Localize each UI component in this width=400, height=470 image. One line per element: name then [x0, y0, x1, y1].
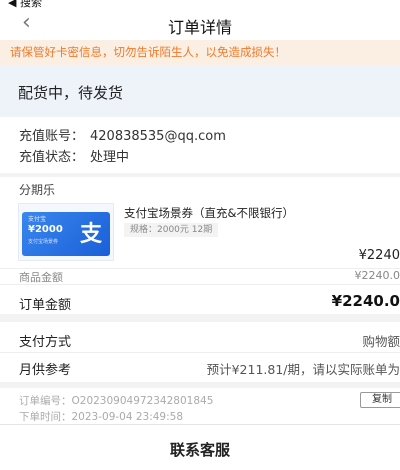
order-amount-label: 订单金额	[19, 298, 72, 313]
divider	[0, 352, 400, 353]
product-spec: 规格：2000元 12期	[124, 223, 219, 237]
recharge-status-label: 充值状态：	[19, 150, 85, 165]
monthly-payment-value: 预计¥211.81/期，请以实际账单为	[206, 362, 400, 377]
product-name[interactable]: 支付宝场景券（直充&不限银行）	[124, 205, 294, 221]
payment-method-value: 购物额	[362, 334, 400, 349]
status-bar: ◀ 搜索	[0, 0, 400, 8]
recharge-status-value: 处理中	[90, 150, 130, 165]
order-meta-card: 订单编号：O2023090497234280184​5 下单时间：2023-09…	[0, 388, 400, 424]
copy-order-number-button[interactable]: 复制	[360, 392, 400, 408]
recharge-info-card: 充值账号： 420838535@qq.com 充值状态： 处理中	[0, 117, 400, 173]
order-number: 订单编号：O2023090497234280184​5	[19, 395, 214, 407]
order-status-banner: 配货中，待发货	[0, 65, 400, 117]
voucher-amount: ¥2000	[28, 224, 63, 235]
product-thumbnail[interactable]: 支付宝 ¥2000 支付宝场景券 支	[18, 203, 114, 261]
page-title: 订单详情	[167, 18, 232, 37]
recharge-account-row: 充值账号： 420838535@qq.com	[19, 125, 226, 144]
recharge-account-label: 充值账号：	[19, 129, 85, 144]
payment-card: 支付方式 购物额 月供参考 预计¥211.81/期，请以实际账单为	[0, 322, 400, 382]
recharge-status-row: 充值状态： 处理中	[19, 146, 129, 165]
seller-name[interactable]: 分期乐	[19, 181, 55, 198]
warning-banner: 请保管好卡密信息，切勿告诉陌生人，以免造成损失！	[0, 40, 400, 65]
back-to-search-link[interactable]: ◀ 搜索	[8, 0, 42, 8]
divider	[0, 284, 400, 285]
contact-support-button[interactable]: 联系客服	[0, 439, 400, 460]
voucher-subtitle: 支付宝场景券	[28, 239, 59, 245]
goods-amount-label: 商品金额	[19, 271, 63, 284]
footer-bar: 联系客服	[0, 424, 400, 470]
payment-method-label: 支付方式	[19, 335, 72, 350]
order-amount-value: ¥2240.0	[331, 292, 400, 310]
voucher-card-image: 支付宝 ¥2000 支付宝场景券 支	[22, 212, 110, 256]
order-status-text: 配货中，待发货	[18, 84, 124, 102]
recharge-account-value: 420838535@qq.com	[90, 129, 226, 144]
product-price: ¥2240	[358, 248, 400, 263]
section-divider	[0, 314, 400, 322]
alipay-glyph-icon: 支	[79, 222, 102, 247]
goods-amount-value: ¥2240.0	[354, 269, 400, 282]
alipay-logo: 支付宝	[28, 216, 47, 223]
order-time: 下单时间：2023-09-04 23:49:58	[19, 411, 184, 423]
monthly-payment-label: 月供参考	[19, 363, 72, 378]
product-card: 分期乐 支付宝 ¥2000 支付宝场景券 支 支付宝场景券（直充&不限银行） 规…	[0, 177, 400, 314]
nav-bar: ‹ 订单详情	[0, 8, 400, 40]
